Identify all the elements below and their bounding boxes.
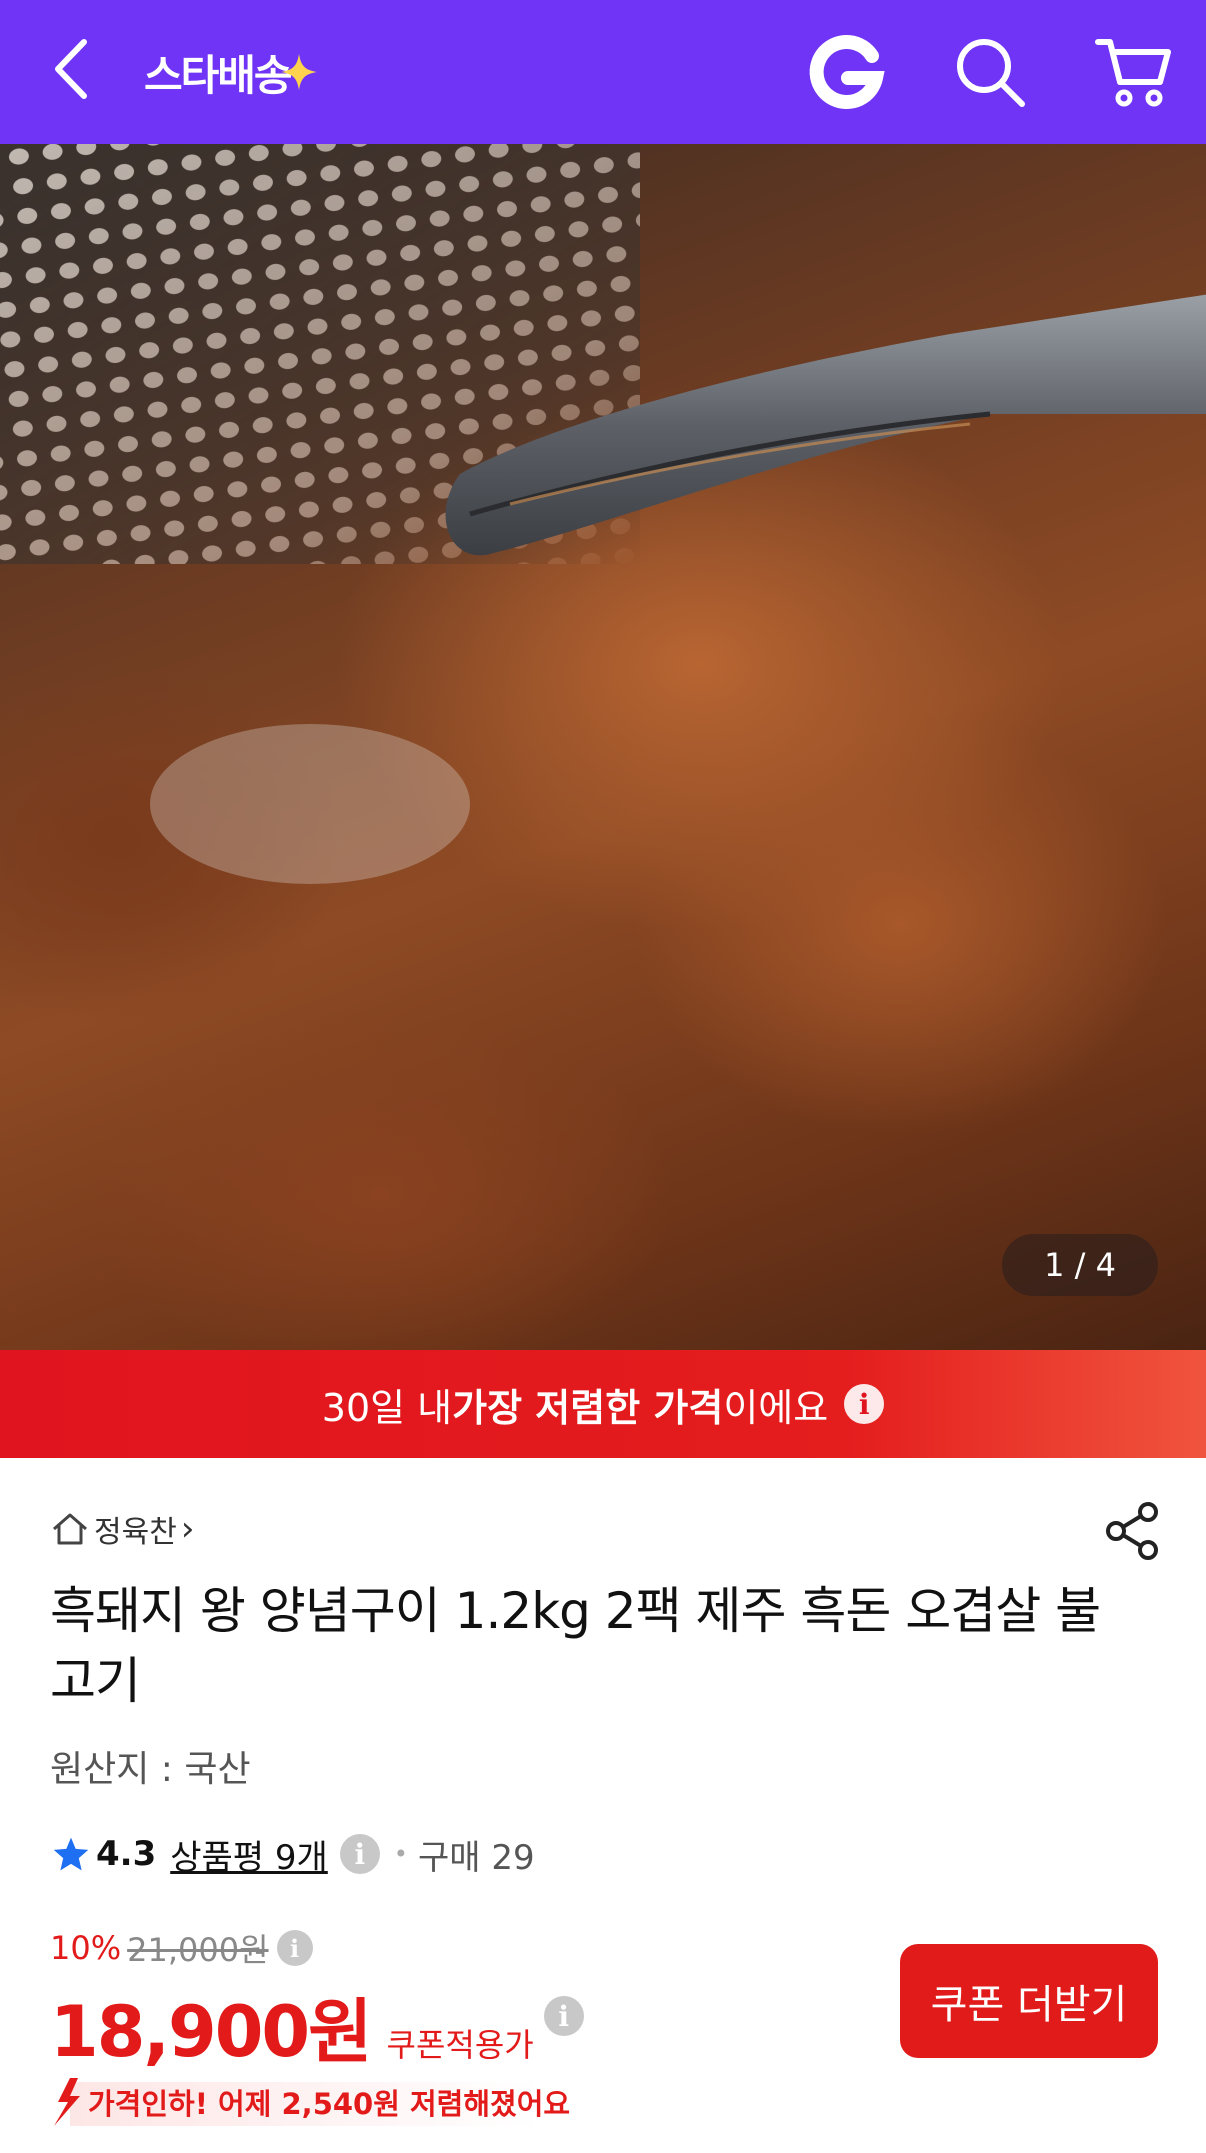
lowest-price-banner[interactable]: 30일 내 가장 저렴한 가격 이에요 i	[0, 1350, 1206, 1458]
home-icon	[53, 1513, 87, 1545]
rating-score: 4.3	[96, 1834, 157, 1874]
star-icon	[53, 1837, 89, 1871]
review-count-link[interactable]: 상품평 9개	[170, 1830, 328, 1879]
price-drop-text: 가격인하! 어제 2,540원 저렴해졌어요	[88, 2087, 571, 2121]
cart-icon[interactable]	[1094, 30, 1174, 110]
share-icon[interactable]	[1104, 1500, 1162, 1562]
purchase-count: 구매 29	[417, 1837, 535, 1878]
g-logo-icon[interactable]	[806, 30, 886, 114]
price-drop-notice: 가격인하! 어제 2,540원 저렴해졌어요	[44, 2076, 570, 2128]
product-image-gallery[interactable]: 1 / 4	[0, 144, 1206, 1350]
discount-row: 10% 21,000원 i	[50, 1928, 313, 1969]
price-info-icon[interactable]: i	[276, 1930, 313, 1966]
banner-highlight: 가장 저렴한 가격	[452, 1385, 724, 1430]
sale-price-row: 18,900원 쿠폰적용가 i	[50, 1976, 584, 2073]
search-icon[interactable]	[952, 34, 1028, 110]
store-name: 정육찬	[94, 1515, 177, 1550]
coupon-price-info-icon[interactable]: i	[543, 1996, 584, 2036]
image-pager-indicator: 1 / 4	[1002, 1234, 1158, 1296]
sparkle-icon	[280, 54, 317, 90]
banner-prefix: 30일 내	[321, 1385, 453, 1430]
origin-info: 원산지 : 국산	[50, 1749, 251, 1790]
back-icon[interactable]	[44, 34, 104, 104]
get-more-coupons-button[interactable]: 쿠폰 더받기	[900, 1944, 1158, 2058]
coupon-price-label: 쿠폰적용가	[386, 2026, 534, 2064]
separator-dot: •	[393, 1840, 408, 1868]
sale-price: 18,900원	[50, 1991, 373, 2073]
metal-tongs	[445, 294, 1206, 556]
logo-text: 스타배송	[144, 50, 293, 100]
banner-suffix: 이에요	[723, 1385, 829, 1430]
info-icon[interactable]: i	[844, 1384, 885, 1424]
down-arrow-icon	[54, 2078, 80, 2126]
store-link[interactable]: 정육찬 ›	[50, 1508, 194, 1550]
original-price: 21,000원	[127, 1931, 269, 1969]
rating-row: 4.3 상품평 9개 i • 구매 29	[52, 1830, 535, 1878]
chevron-right-icon: ›	[180, 1509, 195, 1549]
star-delivery-logo[interactable]: 스타배송	[144, 40, 317, 104]
product-title: 흑돼지 왕 양념구이 1.2kg 2팩 제주 흑돈 오겹살 불고기	[50, 1582, 1101, 1710]
steam-wisp	[150, 724, 470, 884]
rating-info-icon[interactable]: i	[339, 1834, 380, 1874]
top-app-bar: 스타배송	[0, 0, 1206, 144]
discount-rate: 10%	[50, 1929, 122, 1967]
